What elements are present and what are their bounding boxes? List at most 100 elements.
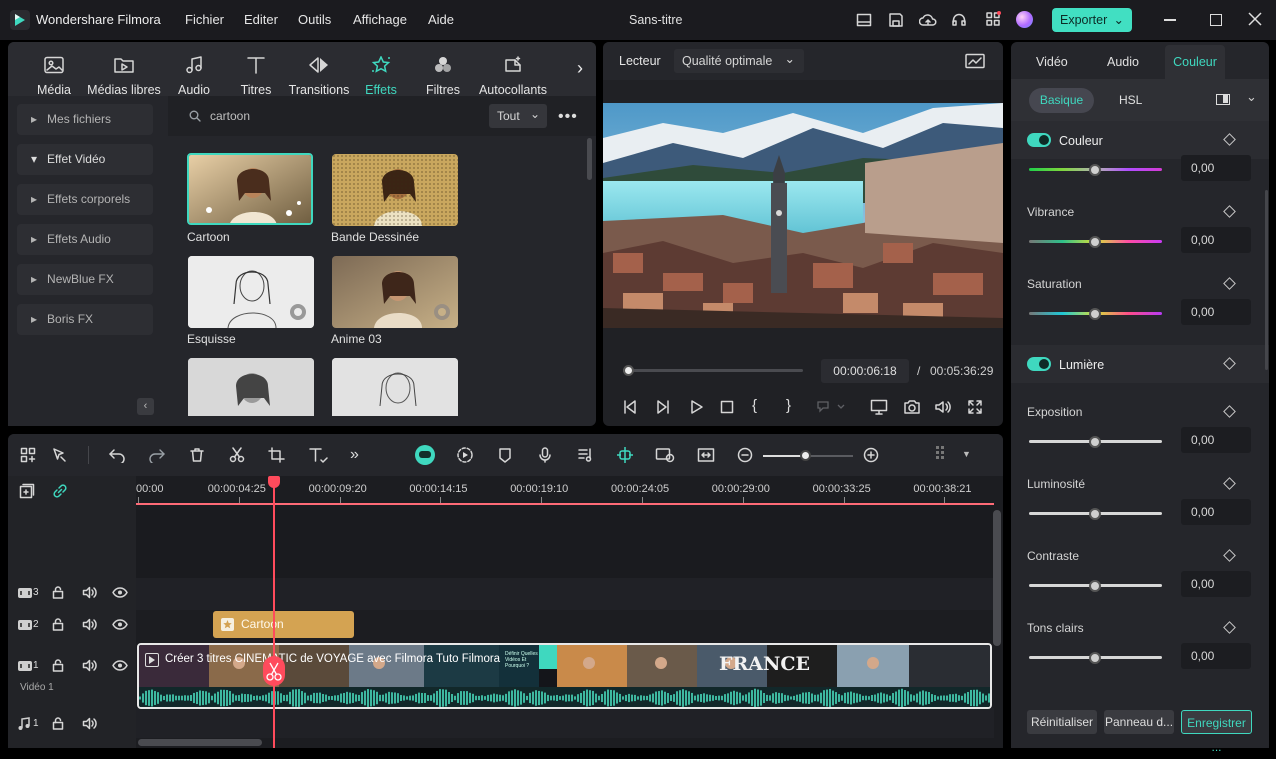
effect-thumb-sketch[interactable] [188, 256, 314, 328]
tab-filters[interactable]: Filtres [411, 56, 475, 97]
maximize-icon[interactable] [1210, 14, 1222, 26]
cloud-upload-icon[interactable] [919, 12, 937, 28]
select-tool-icon[interactable] [51, 447, 69, 463]
add-track-icon[interactable] [19, 483, 35, 499]
auto-highlight-icon[interactable] [655, 447, 675, 463]
tab-effects[interactable]: Effets [349, 56, 413, 97]
param-value-field[interactable]: 0,00 [1181, 499, 1251, 525]
param-slider-handle[interactable] [1089, 436, 1101, 448]
category-my-files[interactable]: ▸ Mes fichiers [17, 104, 153, 135]
marker-icon[interactable] [497, 447, 513, 463]
tab-color[interactable]: Couleur [1165, 45, 1225, 79]
filter-dropdown[interactable]: Tout ⌄ [489, 104, 547, 128]
scopes-icon[interactable] [965, 53, 985, 69]
audio-list-icon[interactable] [577, 447, 593, 463]
tab-transitions[interactable]: Transitions [283, 56, 355, 97]
menu-fichier[interactable]: Fichier [185, 12, 224, 27]
subtab-hsl[interactable]: HSL [1119, 93, 1142, 107]
tab-stock-media[interactable]: Médias libres [86, 56, 162, 97]
param-slider-handle[interactable] [1089, 164, 1101, 176]
properties-scrollbar[interactable] [1265, 190, 1268, 370]
link-icon[interactable] [52, 483, 68, 499]
menu-outils[interactable]: Outils [298, 12, 331, 27]
speaker-icon[interactable] [82, 618, 98, 631]
category-boris[interactable]: ▸ Boris FX [17, 304, 153, 335]
collapse-sidebar-icon[interactable]: ‹ [137, 398, 154, 415]
color-toggle[interactable] [1027, 133, 1051, 147]
timeline-horizontal-scrollbar[interactable] [138, 739, 262, 746]
more-options-icon[interactable]: ••• [558, 108, 578, 126]
category-video-effect[interactable]: ▾ Effet Vidéo [17, 144, 153, 175]
effect-thumb-sketch-2[interactable] [188, 358, 314, 416]
export-button[interactable]: Exporter ⌄ [1052, 8, 1132, 32]
close-icon[interactable] [1248, 12, 1262, 26]
save-icon[interactable] [888, 12, 904, 28]
text-tool-icon[interactable] [308, 447, 328, 463]
eye-icon[interactable] [112, 618, 128, 631]
quality-dropdown[interactable]: Qualité optimale ⌄ [674, 49, 804, 73]
crop-icon[interactable] [268, 447, 286, 463]
eye-icon[interactable] [112, 586, 128, 599]
apps-icon[interactable] [985, 11, 1001, 27]
tab-audio-props[interactable]: Audio [1107, 55, 1139, 69]
video-preview[interactable] [603, 103, 1003, 328]
tab-audio[interactable]: Audio [162, 56, 226, 97]
param-slider-handle[interactable] [1089, 580, 1101, 592]
lock-icon[interactable] [52, 717, 64, 730]
speaker-icon[interactable] [82, 586, 98, 599]
delete-icon[interactable] [189, 447, 205, 463]
tab-stickers[interactable]: Autocollants [476, 56, 550, 97]
category-audio-effects[interactable]: ▸ Effets Audio [17, 224, 153, 255]
effect-thumb-sketch-3[interactable] [332, 358, 458, 416]
menu-aide[interactable]: Aide [428, 12, 454, 27]
param-slider-handle[interactable] [1089, 652, 1101, 664]
snap-icon[interactable] [616, 446, 634, 464]
microphone-icon[interactable] [537, 447, 553, 463]
effect-thumb-comic[interactable] [332, 154, 458, 226]
menu-editer[interactable]: Editer [244, 12, 278, 27]
current-time-field[interactable]: 00:00:06:18 [821, 359, 909, 383]
param-value-field[interactable]: 0,00 [1181, 571, 1251, 597]
tab-media[interactable]: Média [22, 56, 86, 97]
playhead-handle[interactable] [268, 476, 280, 488]
param-value-field[interactable]: 0,00 [1181, 227, 1251, 253]
ai-robot-icon[interactable] [415, 445, 435, 465]
param-slider-handle[interactable] [1089, 508, 1101, 520]
tab-titles[interactable]: Titres [224, 56, 288, 97]
fullscreen-icon[interactable] [967, 399, 983, 415]
speed-icon[interactable] [456, 446, 474, 464]
speaker-icon[interactable] [82, 659, 98, 672]
previous-frame-icon[interactable] [622, 399, 638, 415]
lock-icon[interactable] [52, 659, 64, 672]
zoom-out-icon[interactable] [737, 447, 753, 463]
more-tools-icon[interactable]: » [350, 446, 359, 464]
avatar[interactable] [1016, 11, 1033, 28]
display-icon[interactable] [870, 399, 888, 415]
chevron-down-icon[interactable]: ⌄ [1246, 89, 1257, 105]
param-value-field[interactable]: 0,00 [1181, 643, 1251, 669]
playback-progress-track[interactable] [623, 369, 803, 372]
param-value-field[interactable]: 0,00 [1181, 155, 1251, 181]
search-input[interactable]: cartoon [210, 109, 250, 123]
effects-scrollbar[interactable] [587, 138, 592, 180]
audio-track-lane[interactable] [136, 708, 994, 738]
light-toggle[interactable] [1027, 357, 1051, 371]
headset-icon[interactable] [951, 12, 967, 28]
param-value-field[interactable]: 0,00 [1181, 427, 1251, 453]
category-body-effects[interactable]: ▸ Effets corporels [17, 184, 153, 215]
minimize-icon[interactable] [1164, 19, 1176, 21]
mark-out-icon[interactable]: } [786, 397, 791, 414]
layout-icon[interactable] [856, 12, 872, 28]
subtab-basic[interactable]: Basique [1029, 88, 1094, 113]
speaker-icon[interactable] [82, 717, 98, 730]
mark-in-icon[interactable]: { [752, 397, 757, 414]
timeline-vertical-scrollbar[interactable] [993, 510, 1001, 646]
volume-icon[interactable] [934, 399, 952, 415]
stop-icon[interactable] [719, 399, 735, 415]
save-preset-button[interactable]: Enregistrer ... [1181, 710, 1252, 754]
param-slider-handle[interactable] [1089, 308, 1101, 320]
tab-video[interactable]: Vidéo [1036, 55, 1068, 69]
multi-select-icon[interactable] [20, 447, 36, 463]
snapshot-icon[interactable] [903, 399, 921, 415]
eye-icon[interactable] [112, 659, 128, 672]
